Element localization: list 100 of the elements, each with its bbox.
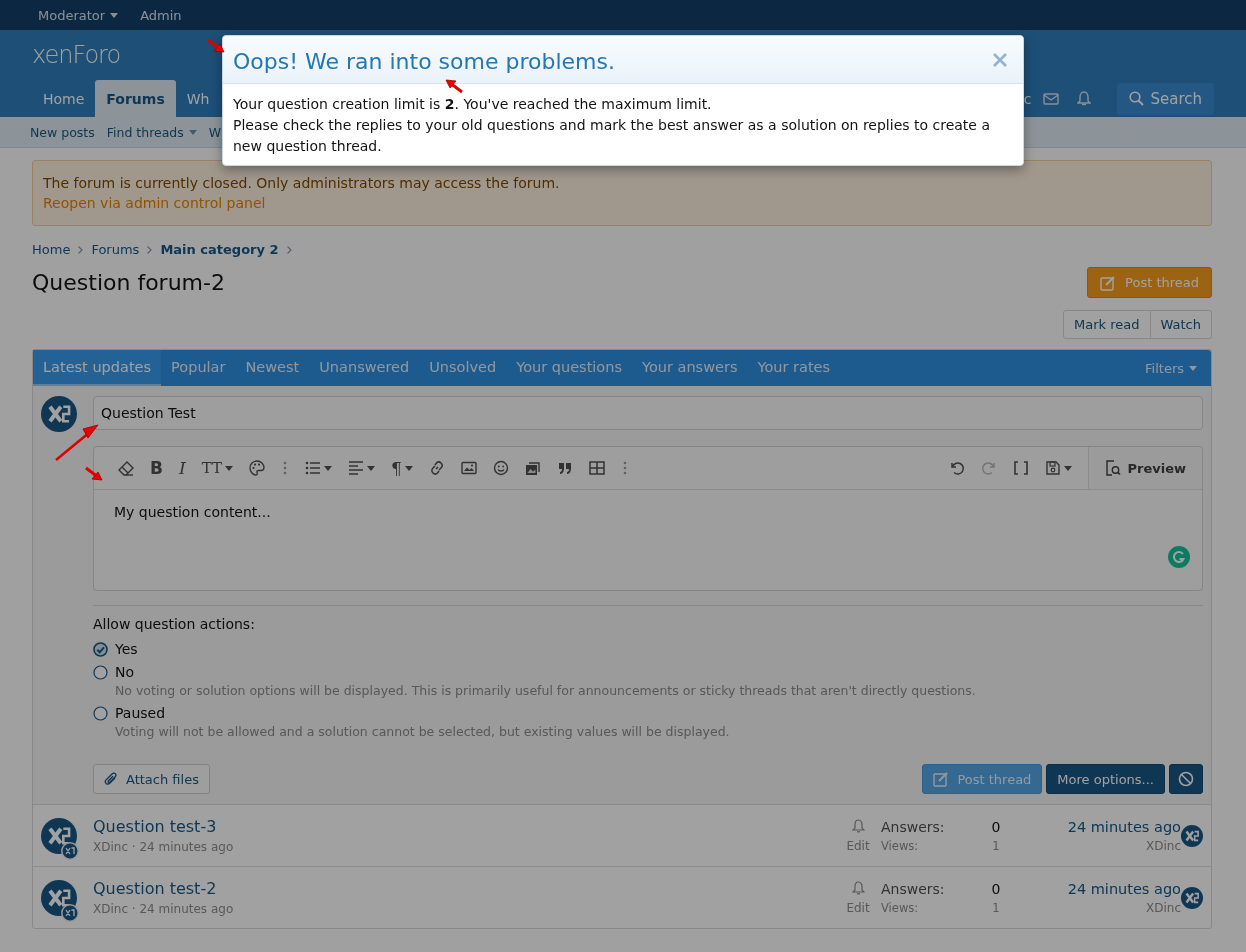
more-options-button[interactable]: More options... xyxy=(1046,764,1165,794)
bell-icon[interactable] xyxy=(851,880,865,895)
bell-icon[interactable] xyxy=(1077,91,1092,106)
nav-tab[interactable]: Home xyxy=(32,80,96,117)
filter-tab[interactable]: Unanswered xyxy=(309,350,420,386)
filter-tab[interactable]: Newest xyxy=(235,350,310,386)
last-post-time[interactable]: 24 minutes ago xyxy=(1067,818,1181,835)
caret-icon xyxy=(367,465,375,471)
quote-icon xyxy=(556,460,573,476)
filter-tab[interactable]: Your rates xyxy=(747,350,841,386)
search-button[interactable]: Search xyxy=(1117,82,1214,115)
filter-tab[interactable]: Your answers xyxy=(631,350,748,386)
radio-button[interactable] xyxy=(93,664,108,680)
save-icon xyxy=(1045,460,1062,476)
thread-title-link[interactable]: Question test-2 xyxy=(93,879,217,898)
filter-tab[interactable]: Latest updates xyxy=(33,350,162,386)
chevron-icon xyxy=(78,245,84,254)
avatar xyxy=(41,396,77,432)
subnav-link[interactable]: New posts xyxy=(24,124,101,140)
nav-link[interactable]: c xyxy=(1023,90,1032,107)
cancel-button[interactable] xyxy=(1169,764,1203,794)
caret-icon xyxy=(404,465,413,471)
close-icon xyxy=(993,52,1007,67)
views-label: Views: xyxy=(881,900,920,915)
undo-icon xyxy=(949,460,966,476)
breadcrumb-link[interactable]: Main category 2 xyxy=(160,242,279,257)
reopen-link[interactable]: Reopen via admin control panel xyxy=(43,193,266,213)
avatar xyxy=(1181,886,1203,909)
palette-icon xyxy=(249,460,265,476)
grammar-icon xyxy=(1168,546,1190,568)
radio-label: Paused xyxy=(115,705,167,721)
toolbar-button[interactable]: I xyxy=(170,453,194,483)
nav-tab[interactable]: Wh xyxy=(175,80,221,117)
thread-title-link[interactable]: Question test-3 xyxy=(93,817,217,836)
avatar xyxy=(1181,824,1203,847)
breadcrumb-link[interactable]: Home xyxy=(32,242,71,257)
forum-action-button[interactable]: Mark read xyxy=(1063,310,1151,339)
radio-button[interactable] xyxy=(93,641,108,657)
filter-tab[interactable]: Unsolved xyxy=(419,350,507,386)
filters-menu[interactable]: Filters xyxy=(1131,350,1211,386)
toolbar-button[interactable]: B xyxy=(142,453,171,483)
arrow-icon xyxy=(54,422,99,462)
post-thread-button[interactable]: Post thread xyxy=(922,764,1043,794)
edit-link[interactable]: Edit xyxy=(846,838,870,853)
answers-count: 0 xyxy=(990,880,1002,897)
caret-icon xyxy=(188,129,197,135)
smiley-icon xyxy=(492,460,509,476)
eraser-icon xyxy=(118,460,134,476)
views-count: 1 xyxy=(991,838,1001,853)
edit-link[interactable]: Edit xyxy=(846,900,870,915)
views-count: 1 xyxy=(991,900,1001,915)
paperclip-icon xyxy=(104,771,118,787)
edit-icon xyxy=(1100,274,1117,291)
message-editor[interactable]: B I TT ¶ Preview My question content... xyxy=(93,446,1203,591)
option-hint: Voting will not be allowed and a solution cannot be selected, but existing values will be displayed. xyxy=(115,724,731,739)
nav-tab[interactable]: Forums xyxy=(95,80,176,117)
radio-button[interactable] xyxy=(93,705,108,721)
toolbar-button[interactable]: TT xyxy=(193,453,241,483)
last-post-time[interactable]: 24 minutes ago xyxy=(1067,880,1181,897)
staff-menu-link[interactable]: Admin xyxy=(132,7,190,23)
filter-tab[interactable]: Popular xyxy=(161,350,236,386)
views-label: Views: xyxy=(881,838,920,853)
last-poster-name[interactable]: XDinc xyxy=(1146,900,1181,915)
subnav-link[interactable]: Find threads xyxy=(100,124,203,140)
gallery-icon xyxy=(524,460,541,476)
link-icon xyxy=(428,460,445,476)
caret-icon xyxy=(225,465,233,471)
filter-tab[interactable]: Your questions xyxy=(506,350,632,386)
thread-meta: XDinc · 24 minutes ago xyxy=(93,840,235,854)
more-icon xyxy=(622,461,627,475)
caret-icon xyxy=(1064,465,1073,471)
question-actions-label: Allow question actions: xyxy=(93,616,256,632)
mail-icon[interactable] xyxy=(1043,92,1060,105)
answers-label: Answers: xyxy=(881,818,946,835)
last-poster-name[interactable]: XDinc xyxy=(1146,838,1181,853)
brackets-icon xyxy=(1013,460,1030,476)
dialog-title: Oops! We ran into some problems. xyxy=(233,49,615,74)
forum-action-button[interactable]: Watch xyxy=(1150,310,1212,339)
align-icon xyxy=(348,460,364,476)
bell-icon[interactable] xyxy=(851,818,865,833)
redo-icon xyxy=(981,460,998,476)
editor-content: My question content... xyxy=(114,504,271,520)
chevron-icon xyxy=(286,245,292,254)
search-icon xyxy=(1129,91,1145,106)
toolbar-button[interactable]: ¶ xyxy=(383,453,421,483)
radio-label: No xyxy=(115,664,136,680)
thread-title-field[interactable]: Question Test xyxy=(93,396,1203,430)
notice-text: The forum is currently closed. Only administrators may access the forum. xyxy=(43,175,560,191)
radio-label: Yes xyxy=(115,641,139,657)
site-logo[interactable]: xenForo xyxy=(32,41,121,69)
attach-files-button[interactable]: Attach files xyxy=(93,764,210,794)
error-message: Your question creation limit is 2. You've reached the maximum limit. xyxy=(233,95,713,114)
arrow-icon xyxy=(206,38,226,54)
arrow-icon xyxy=(84,466,104,482)
chevron-icon xyxy=(147,245,153,254)
staff-menu-link[interactable]: Moderator xyxy=(30,7,127,23)
arrow-icon xyxy=(444,78,464,94)
answers-count: 0 xyxy=(990,818,1002,835)
caret-icon xyxy=(1189,365,1197,371)
breadcrumb-link[interactable]: Forums xyxy=(91,242,140,257)
